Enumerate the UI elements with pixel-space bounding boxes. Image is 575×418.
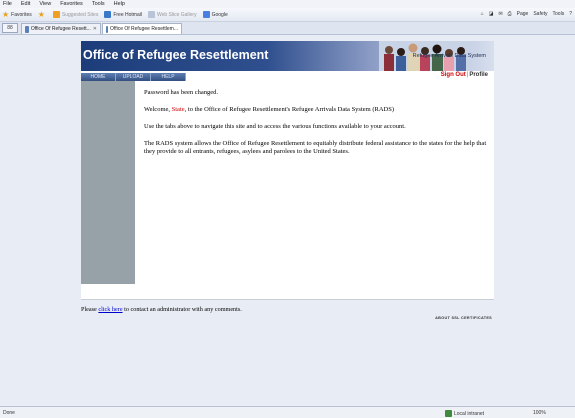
welcome-message: Welcome, State, to the Office of Refugee… [144,106,489,114]
favorite-google[interactable]: Google [202,11,228,18]
favorites-bar: ★ Favorites ★ Suggested Sites Free Hotma… [0,8,575,22]
favorite-label: Google [211,11,228,18]
user-name: State [171,106,185,113]
favorite-label: Free Hotmail [113,11,142,18]
menu-favorites[interactable]: Favorites [60,1,83,7]
profile-link[interactable]: Profile [469,72,488,78]
contact-link[interactable]: click here [98,306,122,313]
menu-tools[interactable]: Tools [92,1,105,7]
instructions-text: Use the tabs above to navigate this site… [144,123,406,130]
favorite-free-hotmail[interactable]: Free Hotmail [104,11,142,18]
favorites-button[interactable]: ★ Favorites [2,9,32,19]
suggested-sites-icon [52,11,60,18]
feeds-icon[interactable]: ◪ [489,11,494,17]
zoom-level[interactable]: 100% [533,410,546,416]
help-icon[interactable]: ? [569,11,572,17]
add-favorite-icon: ★ [37,9,45,19]
print-icon[interactable]: ⎙ [508,11,512,17]
tab-office-refugee-1[interactable]: Office Of Refugee Resett... ✕ [21,23,101,34]
tools-menu[interactable]: Tools [553,11,565,17]
favorite-label: Web Slice Gallery [156,11,197,18]
menu-view[interactable]: View [39,1,51,7]
nav-tab-home[interactable]: HOME [81,73,116,81]
favorite-label: Suggested Sites [61,11,99,18]
left-sidebar [81,81,135,284]
welcome-pre: Welcome, [144,106,172,113]
tab-bar: 88 Office Of Refugee Resett... ✕ Office … [0,22,575,35]
menu-bar: File Edit View Favorites Tools Help [0,0,575,8]
footer-pre: Please [81,306,99,313]
site-banner: Office of Refugee Resettlement Refugee A… [81,41,494,71]
tab-label: Office Of Refugee Resett... [30,26,91,32]
star-icon: ★ [2,9,10,19]
welcome-post: , to the Office of Refugee Resettlement'… [184,106,394,113]
footer-divider [81,299,494,300]
menu-edit[interactable]: Edit [21,1,30,7]
close-tab-icon[interactable]: ✕ [91,26,97,32]
site-nav: HOME UPLOAD HELP [81,73,191,81]
home-icon[interactable]: ⌂ [481,11,484,17]
account-links: Sign Out|Profile [441,72,488,78]
security-zone: Local intranet [445,410,484,417]
confirmation-message: Password has been changed. [144,89,219,96]
sidebar-footer [81,284,135,299]
contact-footer: Please click here to contact an administ… [81,306,242,313]
page-icon [106,25,108,33]
favorite-web-slice-gallery[interactable]: Web Slice Gallery [147,11,197,18]
web-slice-icon [147,11,155,18]
page-icon [25,25,29,33]
hotmail-icon [104,11,112,18]
about-text: The RADS system allows the Office of Ref… [144,140,487,155]
system-name: Refugee Arrivals Data System [412,53,486,59]
google-icon [202,11,210,18]
intranet-icon [445,410,452,417]
ssl-certificates-link[interactable]: ABOUT SSL CERTIFICATES [435,316,492,320]
nav-tab-upload[interactable]: UPLOAD [116,73,151,81]
menu-file[interactable]: File [3,1,12,7]
tab-office-refugee-2[interactable]: Office Of Refugee Resettlem... [102,23,182,34]
web-page: Office of Refugee Resettlement Refugee A… [0,35,575,406]
site-title: Office of Refugee Resettlement [83,48,269,62]
zone-label: Local intranet [454,410,485,417]
command-bar: ⌂ ◪ ✉ ⎙ Page Safety Tools ? [476,11,572,17]
main-content: Password has been changed. Welcome, Stat… [135,81,494,299]
page-menu[interactable]: Page [517,11,529,17]
safety-menu[interactable]: Safety [533,11,547,17]
nav-tab-help[interactable]: HELP [151,73,186,81]
sign-out-link[interactable]: Sign Out [441,72,466,78]
menu-help[interactable]: Help [114,1,125,7]
favorites-label: Favorites [11,11,32,18]
favorite-suggested-sites[interactable]: Suggested Sites [52,11,99,18]
tab-label: Office Of Refugee Resettlem... [110,26,178,32]
add-favorite-button[interactable]: ★ [37,9,47,19]
quick-tabs-button[interactable]: 88 [2,23,18,33]
status-bar: Done Local intranet 100% [0,406,575,418]
status-text: Done [3,409,15,416]
mail-icon[interactable]: ✉ [498,11,502,17]
footer-post: to contact an administrator with any com… [122,306,242,313]
